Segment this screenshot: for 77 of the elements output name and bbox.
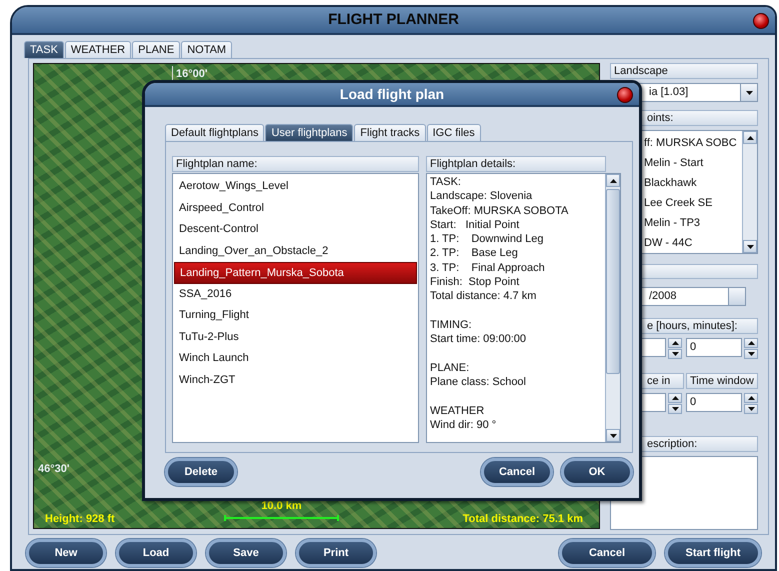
scroll-up-icon[interactable] — [610, 178, 616, 182]
scroll-down-icon[interactable] — [610, 434, 616, 438]
flightplan-item[interactable]: Aerotow_Wings_Level — [174, 176, 417, 198]
detail-line: 3. TP: Final Approach — [430, 260, 546, 276]
detail-line: 1. TP: Downwind Leg — [430, 232, 545, 246]
turnpoint-item[interactable]: Melin - TP3 — [644, 213, 742, 233]
turnpoint-item[interactable]: ff: MURSKA SOBC — [644, 133, 742, 153]
total-distance-readout: Total distance: 75.1 km — [462, 512, 583, 527]
detail-line: WEATHER — [430, 404, 486, 418]
scroll-down-icon[interactable] — [748, 406, 754, 411]
number-field[interactable]: 0 — [686, 392, 742, 412]
tab[interactable]: NOTAM — [181, 41, 232, 58]
scroll-down-icon[interactable] — [672, 406, 678, 411]
flightplan-item[interactable]: Winch Launch — [174, 348, 417, 370]
flightplan-item[interactable]: Airspeed_Control — [174, 198, 417, 219]
flightplan-item[interactable]: Landing_Over_an_Obstacle_2 — [174, 240, 417, 262]
latitude-label: 46°30' — [38, 462, 70, 477]
detail-line: TakeOff: MURSKA SOBOTA — [430, 204, 570, 218]
dialog-button[interactable]: Delete — [165, 458, 237, 486]
scroll-down-icon[interactable] — [748, 352, 754, 356]
dropdown-caret-icon[interactable] — [746, 90, 752, 94]
section-header: Landscape — [610, 63, 758, 79]
detail-line: Finish: Stop Point — [430, 275, 520, 290]
scroll-down-icon[interactable] — [672, 352, 678, 356]
number-field[interactable]: 0 — [686, 338, 742, 357]
detail-line: Plane class: School — [430, 375, 527, 390]
flightplan-item[interactable]: Winch-ZGT — [174, 370, 417, 391]
detail-line: Landscape: Slovenia — [430, 189, 534, 204]
flightplan-item[interactable]: TuTu-2-Plus — [174, 326, 417, 348]
turnpoint-item[interactable]: Blackhawk — [644, 173, 742, 193]
height-readout: Height: 928 ft — [45, 512, 115, 527]
detail-line: Start time: 09:00:00 — [430, 332, 527, 347]
scrollbar[interactable] — [605, 174, 620, 442]
turnpoint-item[interactable]: Melin - Start — [644, 153, 742, 173]
dialog-title: Load flight plan — [340, 84, 444, 104]
tab[interactable]: TASK — [24, 41, 64, 58]
scroll-up-icon[interactable] — [672, 340, 678, 345]
toolbar-button[interactable]: Save — [206, 539, 286, 567]
detail-line: TIMING: — [430, 318, 473, 332]
scrollbar[interactable] — [742, 131, 757, 253]
scroll-up-icon[interactable] — [748, 396, 754, 400]
dialog-button[interactable]: OK — [561, 458, 633, 486]
tab[interactable]: User flightplans — [265, 124, 354, 141]
turnpoint-item[interactable]: Lee Creek SE — [644, 193, 742, 213]
close-icon[interactable] — [753, 13, 769, 29]
toolbar-button[interactable]: New — [26, 539, 106, 567]
flightplan-item[interactable]: Descent-Control — [174, 219, 417, 240]
flightplan-item[interactable]: SSA_2016 — [174, 284, 417, 305]
detail-line: Wind dir: 90 ° — [430, 418, 498, 432]
detail-line: PLANE: — [430, 360, 470, 376]
flightplan-item[interactable]: Turning_Flight — [174, 305, 417, 326]
column-header: Flightplan details: — [426, 156, 606, 172]
scroll-down-icon[interactable] — [746, 244, 754, 248]
detail-line: Start: Initial Point — [430, 218, 520, 232]
detail-line: 2. TP: Base Leg — [430, 246, 519, 261]
scroll-up-icon[interactable] — [746, 136, 754, 140]
toolbar-button[interactable]: Start flight — [665, 539, 761, 567]
dialog-button[interactable]: Cancel — [481, 458, 553, 486]
tab[interactable]: Flight tracks — [354, 124, 426, 141]
column-header: Flightplan name: — [172, 156, 419, 172]
scale-label: 10.0 km — [261, 499, 302, 514]
window-title: FLIGHT PLANNER — [328, 10, 459, 30]
tab[interactable]: IGC files — [426, 124, 481, 141]
toolbar-button[interactable]: Print — [296, 539, 376, 567]
flightplan-item[interactable]: Landing_Pattern_Murska_Sobota — [174, 262, 417, 284]
tab[interactable]: PLANE — [132, 41, 180, 58]
scroll-up-icon[interactable] — [748, 340, 754, 345]
section-header: Time window — [686, 372, 758, 389]
close-icon[interactable] — [617, 87, 633, 103]
scroll-up-icon[interactable] — [672, 396, 678, 400]
turnpoint-item[interactable]: DW - 44C — [644, 233, 742, 253]
toolbar-button[interactable]: Load — [116, 539, 196, 567]
detail-line: TASK: — [430, 175, 462, 190]
detail-line: Total distance: 4.7 km — [430, 289, 538, 304]
tab[interactable]: Default flightplans — [165, 124, 264, 141]
tab[interactable]: WEATHER — [64, 41, 132, 58]
toolbar-button[interactable]: Cancel — [559, 539, 655, 567]
